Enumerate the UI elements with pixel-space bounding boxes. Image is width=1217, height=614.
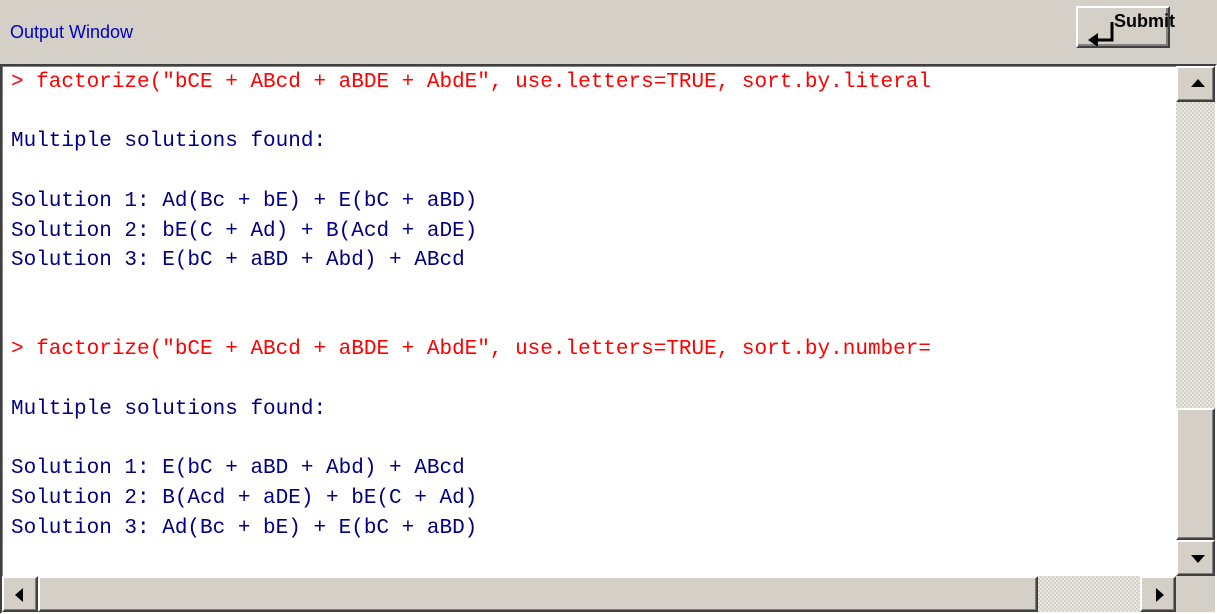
output-line: Solution 1: E(bC + aBD + Abd) + ABcd [11, 457, 465, 481]
enter-arrow-icon [1088, 22, 1114, 46]
window-title: Output Window [10, 22, 134, 42]
arrow-down-icon [1191, 555, 1205, 563]
vertical-scrollbar[interactable] [1176, 66, 1215, 576]
submit-button[interactable]: Submit [1076, 6, 1175, 48]
output-window: Output Window Submit > factorize("bCE + … [0, 0, 1217, 614]
output-text-area[interactable]: > factorize("bCE + ABcd + aBDE + AbdE", … [2, 66, 1176, 576]
horizontal-scrollbar[interactable] [2, 576, 1176, 612]
output-line: Multiple solutions found: [11, 397, 327, 421]
output-line: Solution 3: Ad(Bc + bE) + E(bC + aBD) [11, 516, 478, 540]
command-line: > factorize("bCE + ABcd + aBDE + AbdE", … [11, 338, 931, 362]
arrow-right-icon [1156, 588, 1164, 602]
output-window-header: Output Window Submit [0, 0, 1217, 64]
output-line: Solution 3: E(bC + aBD + Abd) + ABcd [11, 249, 465, 273]
submit-button-label: Submit [1114, 11, 1175, 31]
scroll-down-button[interactable] [1176, 540, 1215, 576]
arrow-left-icon [15, 588, 23, 602]
scroll-left-button[interactable] [2, 576, 38, 612]
scroll-right-button[interactable] [1140, 576, 1176, 612]
output-line: Solution 1: Ad(Bc + bE) + E(bC + aBD) [11, 189, 478, 213]
scrollbar-corner [1176, 576, 1215, 612]
output-frame: > factorize("bCE + ABcd + aBDE + AbdE", … [0, 64, 1217, 614]
arrow-up-icon [1191, 79, 1205, 87]
output-line: Multiple solutions found: [11, 130, 327, 154]
output-line: Solution 2: B(Acd + aDE) + bE(C + Ad) [11, 486, 478, 510]
command-line: > factorize("bCE + ABcd + aBDE + AbdE", … [11, 71, 931, 94]
scroll-thumb-horizontal[interactable] [38, 576, 1038, 612]
scroll-up-button[interactable] [1176, 66, 1215, 102]
scroll-thumb[interactable] [1176, 408, 1215, 540]
output-line: Solution 2: bE(C + Ad) + B(Acd + aDE) [11, 219, 478, 243]
